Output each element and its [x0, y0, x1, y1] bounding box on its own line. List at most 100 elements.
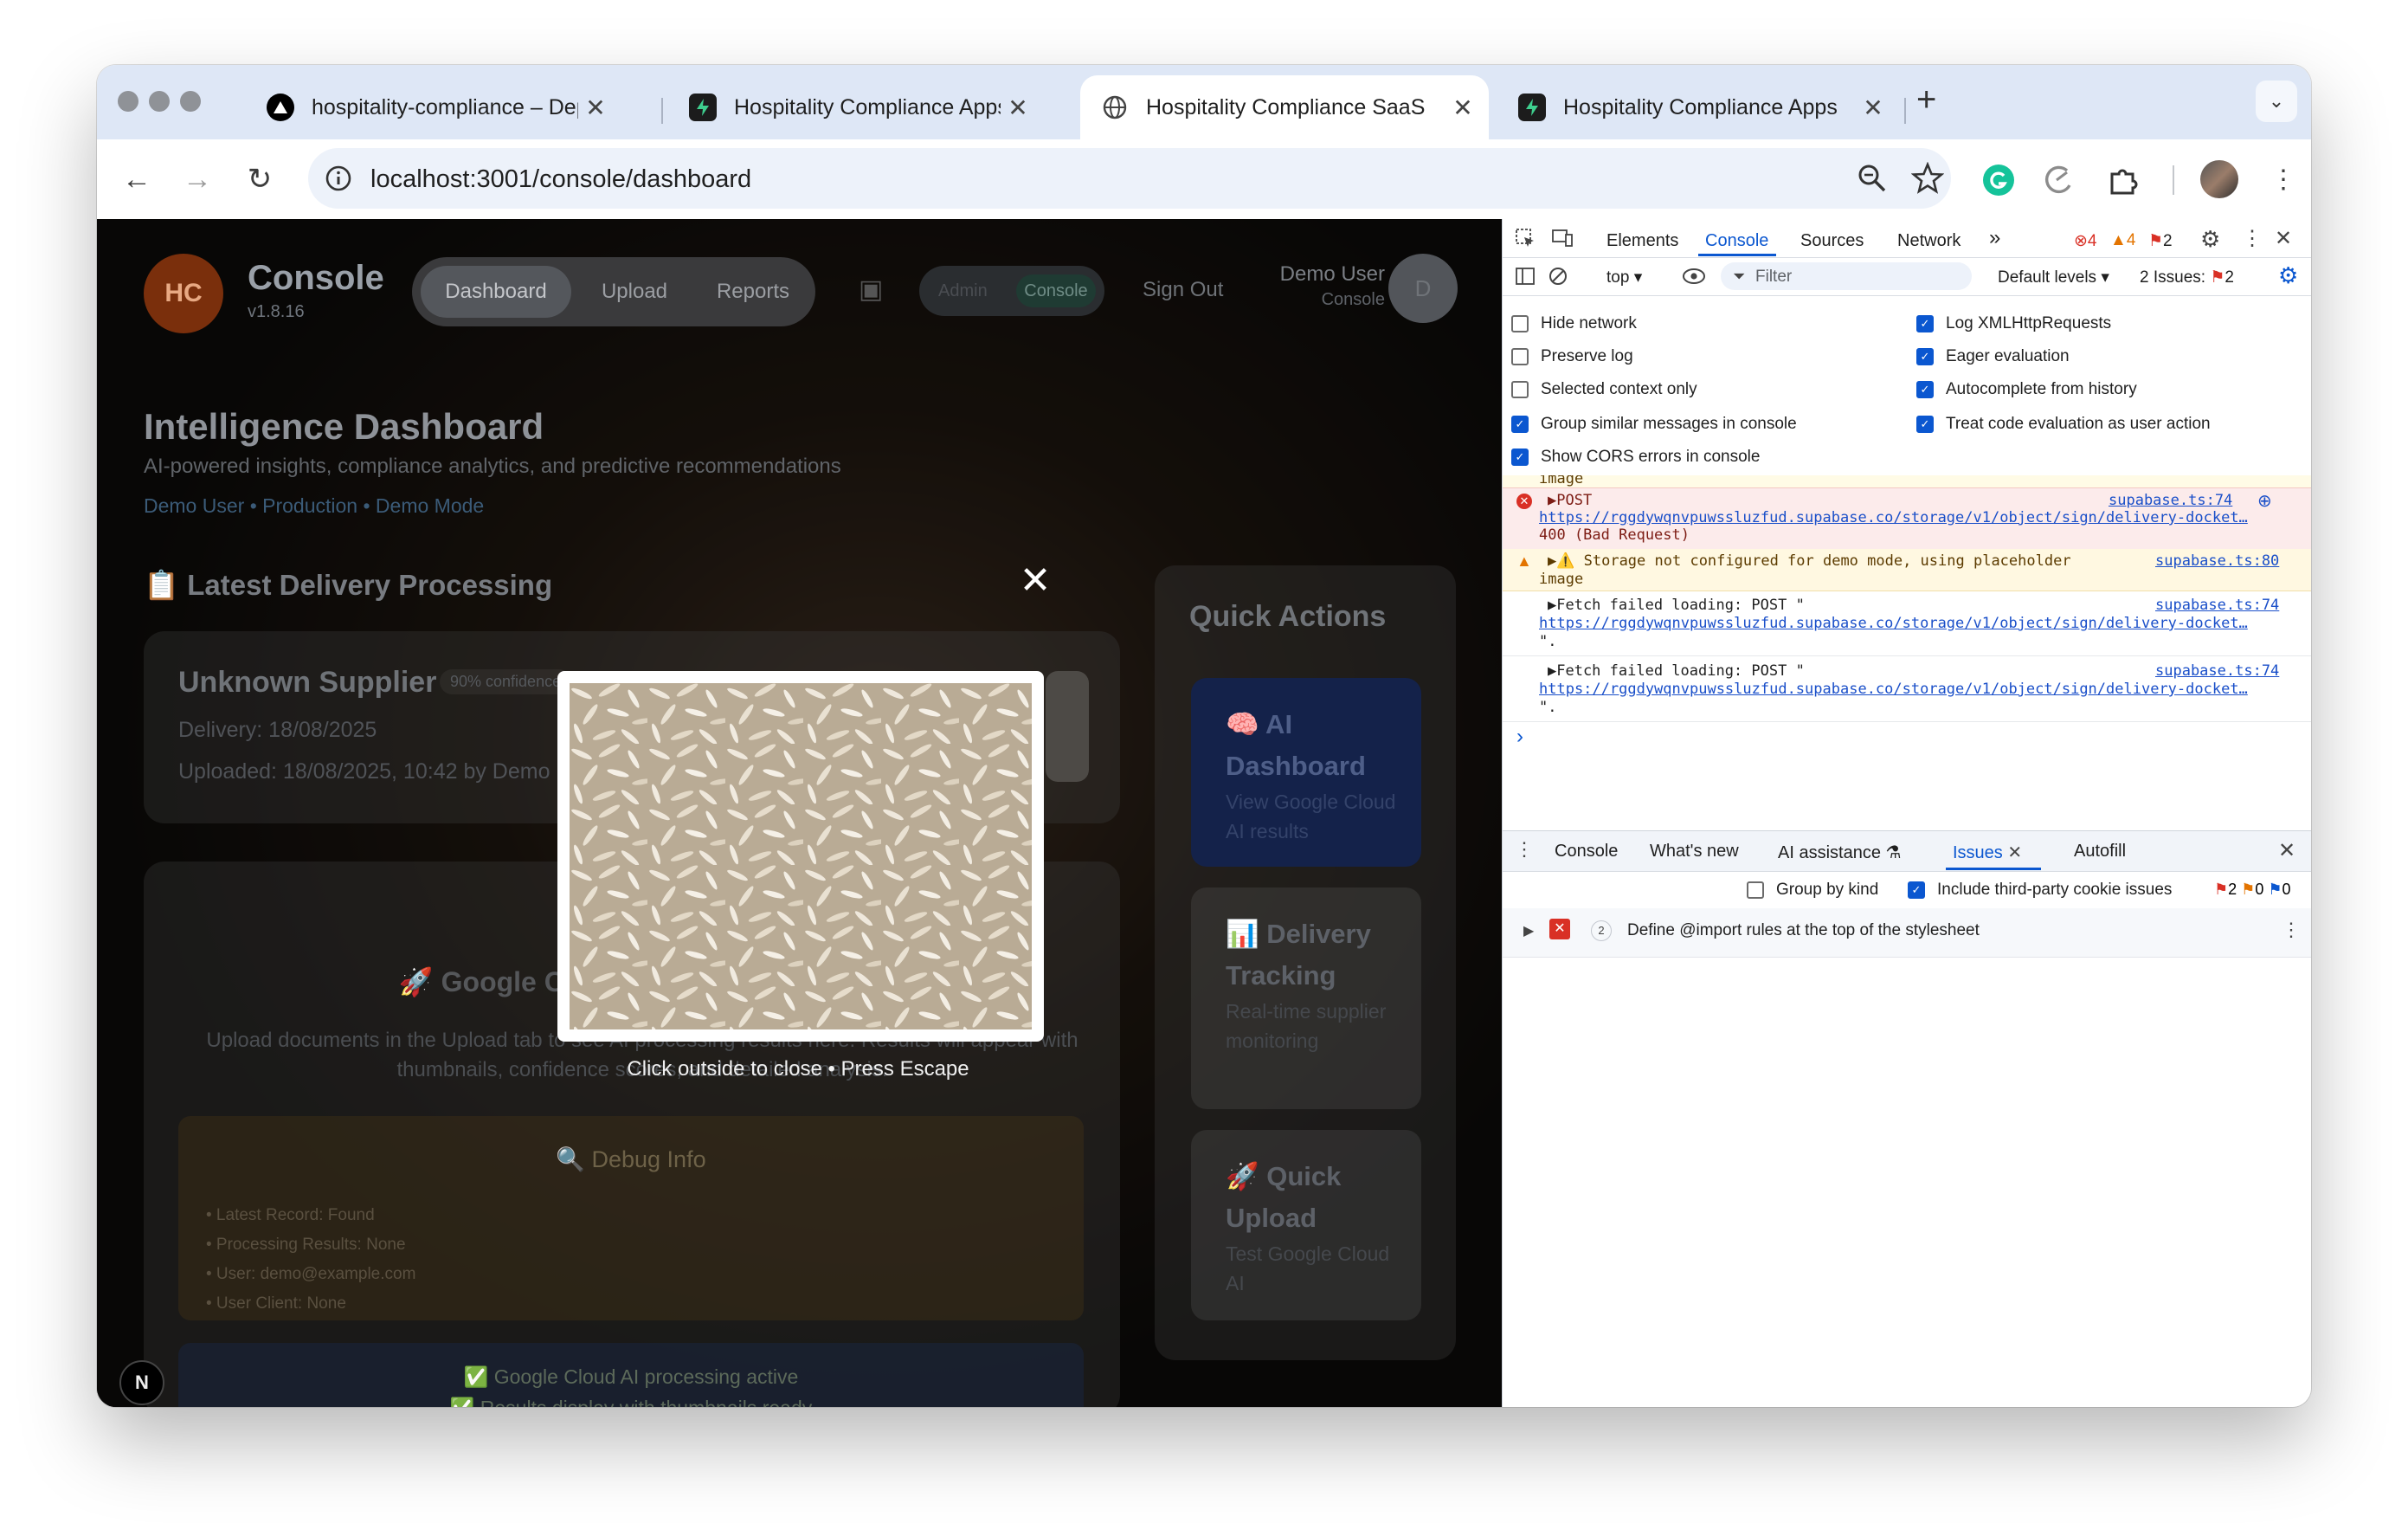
browser-tab-2[interactable]: Hospitality Compliance Apps ✕: [668, 75, 1044, 139]
close-tab-icon[interactable]: ✕: [1001, 94, 1035, 122]
drawer-tab-console[interactable]: Console: [1555, 842, 1618, 862]
device-toolbar-icon[interactable]: [1551, 228, 1574, 248]
devtools-tab-elements[interactable]: Elements: [1606, 231, 1678, 251]
minimize-window-button[interactable]: [149, 91, 170, 112]
issues-link[interactable]: 2 Issues: ⚑2: [2140, 268, 2234, 287]
console-prompt[interactable]: ›: [1516, 725, 1523, 749]
reload-button[interactable]: ↻: [237, 157, 282, 202]
new-tab-button[interactable]: +: [1916, 81, 1936, 119]
setting-log-xhr[interactable]: ✓ Log XMLHttpRequests: [1916, 314, 2111, 333]
document-thumbnail[interactable]: [1046, 671, 1089, 782]
role-admin[interactable]: Admin: [938, 281, 988, 301]
console-filter-input[interactable]: ⏷ Filter: [1721, 262, 1972, 290]
issue-count-badge[interactable]: ⚑2: [2148, 231, 2173, 251]
quick-action-quick-upload[interactable]: 🚀 Quick Upload Test Google Cloud AI: [1191, 1130, 1421, 1320]
issue-row[interactable]: ▶ ✕ 2 Define @import rules at the top of…: [1503, 908, 2311, 958]
checkbox[interactable]: [1511, 315, 1529, 332]
log-source-link[interactable]: supabase.ts:80: [2155, 552, 2279, 570]
checkbox-checked[interactable]: ✓: [1908, 881, 1925, 899]
checkbox-checked[interactable]: ✓: [1511, 449, 1529, 466]
grammarly-icon[interactable]: [1980, 162, 2017, 198]
close-tab-icon[interactable]: ✕: [578, 94, 613, 122]
log-row-error[interactable]: ✕ ▶POST supabase.ts:74 ⊕ https://rggdywq…: [1503, 487, 2311, 550]
setting-eager-eval[interactable]: ✓ Eager evaluation: [1916, 347, 2070, 366]
checkbox-checked[interactable]: ✓: [1916, 348, 1934, 365]
nav-upload[interactable]: Upload: [578, 266, 691, 318]
address-bar[interactable]: localhost:3001/console/dashboard: [308, 148, 1951, 209]
log-row-warning[interactable]: ▲ ▶⚠️ Storage not configured for demo mo…: [1503, 549, 2311, 591]
next-dev-badge[interactable]: N: [119, 1360, 164, 1405]
checkbox-checked[interactable]: ✓: [1511, 416, 1529, 433]
log-text[interactable]: ▶Fetch failed loading: POST ": [1548, 662, 1805, 680]
log-url-link[interactable]: https://rggdywqnvpuwssluzfud.supabase.co…: [1539, 681, 2309, 698]
devtools-tab-sources[interactable]: Sources: [1800, 231, 1864, 251]
quick-action-delivery-tracking[interactable]: 📊 Delivery Tracking Real-time supplier m…: [1191, 887, 1421, 1109]
log-row-fetch[interactable]: ▶Fetch failed loading: POST " supabase.t…: [1503, 593, 2311, 656]
console-settings-gear-icon[interactable]: ⚙: [2278, 262, 2298, 289]
checkbox[interactable]: [1511, 381, 1529, 398]
log-source-link[interactable]: supabase.ts:74: [2155, 597, 2279, 614]
inspect-element-icon[interactable]: [1515, 228, 1536, 248]
quick-action-ai-dashboard[interactable]: 🧠 AI Dashboard View Google Cloud AI resu…: [1191, 678, 1421, 867]
drawer-menu-icon[interactable]: ⋮: [1515, 838, 1534, 861]
sidebar-toggle-icon[interactable]: [1515, 267, 1536, 286]
role-console[interactable]: Console: [1016, 274, 1096, 307]
close-window-button[interactable]: [118, 91, 138, 112]
checkbox-checked[interactable]: ✓: [1916, 416, 1934, 433]
settings-gear-icon[interactable]: ⚙: [2200, 226, 2220, 253]
site-info-icon[interactable]: [320, 160, 357, 197]
more-tabs-icon[interactable]: »: [1989, 226, 2000, 250]
nav-reports[interactable]: Reports: [698, 266, 808, 318]
setting-autocomplete[interactable]: ✓ Autocomplete from history: [1916, 380, 2137, 399]
back-button[interactable]: ←: [114, 157, 159, 202]
close-drawer-icon[interactable]: ✕: [2278, 838, 2295, 863]
setting-hide-network[interactable]: Hide network: [1511, 314, 1637, 333]
context-selector[interactable]: top ▾: [1606, 268, 1642, 287]
profile-avatar[interactable]: [2200, 160, 2238, 198]
close-tab-icon[interactable]: ✕: [1856, 94, 1890, 122]
nav-dashboard[interactable]: Dashboard: [421, 266, 571, 318]
error-count-badge[interactable]: ⊗4: [2074, 231, 2097, 251]
setting-selected-context[interactable]: Selected context only: [1511, 380, 1697, 399]
setting-group-similar[interactable]: ✓ Group similar messages in console: [1511, 415, 1797, 434]
devtools-tab-console[interactable]: Console: [1705, 231, 1768, 251]
browser-tab-3[interactable]: Hospitality Compliance SaaS ✕: [1080, 75, 1489, 139]
log-url-link[interactable]: https://rggdywqnvpuwssluzfud.supabase.co…: [1539, 509, 2309, 526]
include-third-party-toggle[interactable]: ✓ Include third-party cookie issues: [1908, 881, 2172, 900]
checkbox-checked[interactable]: ✓: [1916, 381, 1934, 398]
extensions-puzzle-icon[interactable]: [2105, 162, 2141, 198]
group-by-kind-toggle[interactable]: Group by kind: [1747, 881, 1878, 900]
close-tab-icon[interactable]: ✕: [1445, 94, 1480, 122]
log-levels-dropdown[interactable]: Default levels ▾: [1998, 268, 2109, 287]
close-tab-icon[interactable]: ✕: [2007, 843, 2022, 862]
setting-cors-errors[interactable]: ✓ Show CORS errors in console: [1511, 448, 1760, 467]
checkbox-checked[interactable]: ✓: [1916, 315, 1934, 332]
devtools-tab-network[interactable]: Network: [1897, 231, 1961, 251]
more-vertical-icon[interactable]: ⋮: [2282, 919, 2301, 941]
more-vertical-icon[interactable]: ⋮: [2242, 226, 2263, 251]
log-text[interactable]: ▶⚠️ Storage not configured for demo mode…: [1548, 552, 2071, 570]
avatar[interactable]: D: [1388, 254, 1458, 323]
image-icon[interactable]: ▣: [859, 274, 883, 305]
maximize-window-button[interactable]: [180, 91, 201, 112]
lightbox-close-button[interactable]: ✕: [1014, 560, 1056, 602]
log-url-link[interactable]: https://rggdywqnvpuwssluzfud.supabase.co…: [1539, 615, 2309, 632]
forward-button[interactable]: →: [175, 157, 220, 202]
bookmark-star-icon[interactable]: [1911, 162, 1944, 195]
issue-title[interactable]: Define @import rules at the top of the s…: [1627, 921, 1980, 940]
drawer-tab-issues[interactable]: Issues ✕: [1953, 842, 2022, 863]
browser-tab-1[interactable]: hospitality-compliance – Dep ✕: [246, 75, 621, 139]
clear-console-icon[interactable]: [1548, 266, 1568, 287]
expand-triangle-icon[interactable]: ▶: [1523, 922, 1534, 939]
tab-search-button[interactable]: ⌄: [2256, 81, 2297, 122]
log-source-link[interactable]: supabase.ts:74: [2155, 662, 2279, 680]
log-text[interactable]: ▶Fetch failed loading: POST ": [1548, 597, 1805, 614]
drawer-tab-ai-assistance[interactable]: AI assistance ⚗: [1778, 842, 1901, 863]
setting-preserve-log[interactable]: Preserve log: [1511, 347, 1633, 366]
zoom-icon[interactable]: [1856, 162, 1889, 195]
drawer-tab-whats-new[interactable]: What's new: [1650, 842, 1739, 862]
log-text[interactable]: ▶POST: [1548, 492, 1592, 509]
browser-tab-4[interactable]: Hospitality Compliance Apps ✕: [1497, 75, 1899, 139]
setting-treat-eval[interactable]: ✓ Treat code evaluation as user action: [1916, 415, 2211, 434]
extension-loading-icon[interactable]: [2041, 162, 2077, 198]
